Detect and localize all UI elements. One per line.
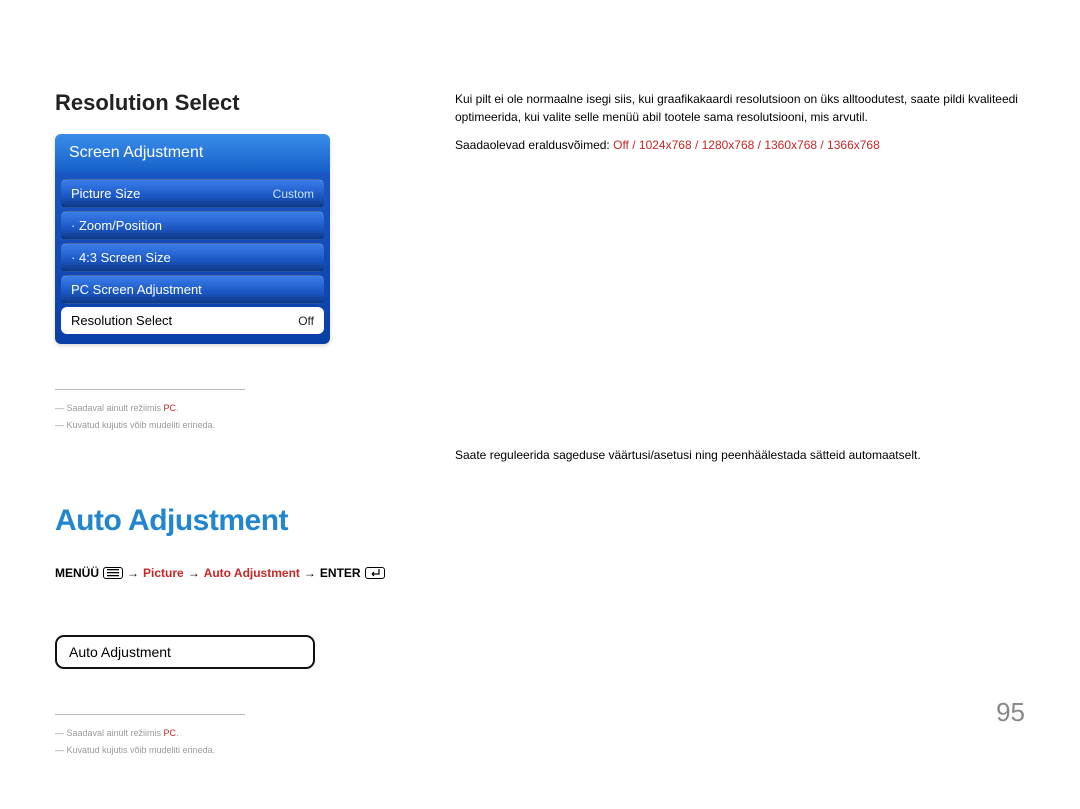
- arrow-icon: →: [127, 566, 139, 580]
- footnote-text: ― Saadaval ainult režiimis: [55, 728, 164, 738]
- footnote-suffix: .: [176, 728, 179, 738]
- menu-item-value: Custom: [273, 187, 314, 201]
- menu-item-resolution-select[interactable]: Resolution Select Off: [61, 307, 324, 334]
- footnotes-1: ― Saadaval ainult režiimis PC. ― Kuvatud…: [55, 389, 245, 434]
- menu-item-43-screen-size[interactable]: · 4:3 Screen Size: [61, 243, 324, 272]
- menu-icon: [103, 567, 123, 579]
- footnote-text: ― Saadaval ainult režiimis: [55, 403, 164, 413]
- footnotes-2: ― Saadaval ainult režiimis PC. ― Kuvatud…: [55, 714, 245, 759]
- bc-picture: Picture: [143, 566, 184, 580]
- breadcrumb: MENÜÜ → Picture → Auto Adjustment → ENTE…: [55, 566, 385, 580]
- menu-item-picture-size[interactable]: Picture Size Custom: [61, 179, 324, 208]
- footnote-text: ― Kuvatud kujutis võib mudeliti erineda.: [55, 742, 245, 759]
- bc-enter: ENTER: [320, 566, 361, 580]
- resolutions-list: Off / 1024x768 / 1280x768 / 1360x768 / 1…: [613, 138, 880, 152]
- bc-auto: Auto Adjustment: [204, 566, 300, 580]
- paragraph: Saate reguleerida sageduse väärtusi/aset…: [455, 446, 1025, 464]
- menu-header: Screen Adjustment: [55, 134, 330, 172]
- auto-adjustment-button[interactable]: Auto Adjustment: [55, 635, 315, 669]
- menu-item-label: · 4:3 Screen Size: [71, 250, 171, 265]
- menu-item-label: · Zoom/Position: [71, 218, 162, 233]
- page-number: 95: [996, 697, 1025, 728]
- menu-item-label: Resolution Select: [71, 313, 172, 328]
- menu-item-label: Picture Size: [71, 186, 140, 201]
- menu-body: Picture Size Custom · Zoom/Position · 4:…: [55, 172, 330, 344]
- menu-item-value: Off: [298, 314, 314, 328]
- enter-icon: [365, 567, 385, 579]
- bc-menu: MENÜÜ: [55, 566, 99, 580]
- menu-item-label: PC Screen Adjustment: [71, 282, 202, 297]
- paragraph: Kui pilt ei ole normaalne isegi siis, ku…: [455, 90, 1025, 126]
- footnote-pc: PC: [164, 728, 177, 738]
- section2-description: Saate reguleerida sageduse väärtusi/aset…: [455, 446, 1025, 464]
- footnote-text: ― Kuvatud kujutis võib mudeliti erineda.: [55, 417, 245, 434]
- section-title-resolution: Resolution Select: [55, 90, 385, 116]
- arrow-icon: →: [304, 566, 316, 580]
- footnote-pc: PC: [164, 403, 177, 413]
- menu-item-pc-screen-adjustment[interactable]: PC Screen Adjustment: [61, 275, 324, 304]
- arrow-icon: →: [188, 566, 200, 580]
- menu-item-zoom-position[interactable]: · Zoom/Position: [61, 211, 324, 240]
- section1-description: Kui pilt ei ole normaalne isegi siis, ku…: [455, 90, 1025, 154]
- resolutions-prefix: Saadaolevad eraldusvõimed:: [455, 138, 613, 152]
- screen-adjustment-menu: Screen Adjustment Picture Size Custom · …: [55, 134, 330, 344]
- footnote-suffix: .: [176, 403, 179, 413]
- section-title-auto-adjustment: Auto Adjustment: [55, 504, 385, 538]
